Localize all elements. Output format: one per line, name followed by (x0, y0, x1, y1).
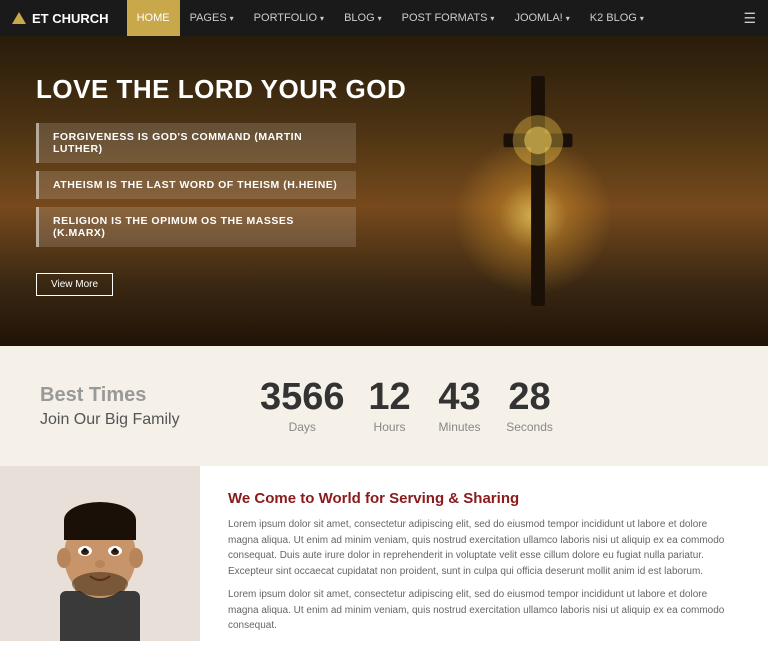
days-label: Days (260, 420, 345, 434)
nav-item-pages[interactable]: PAGES ▾ (180, 0, 244, 36)
nav-item-blog[interactable]: BLOG ▾ (334, 0, 392, 36)
chevron-down-icon: ▾ (640, 14, 644, 23)
nav-item-home[interactable]: HOME (127, 0, 180, 36)
countdown-days: 3566 Days (260, 378, 345, 434)
nav-link-post-formats[interactable]: POST FORMATS ▾ (392, 0, 505, 36)
hours-value: 12 (365, 378, 415, 416)
hero-quote-1: FORGIVENESS IS GOD'S COMMAND (Martin Lut… (36, 123, 356, 163)
nav-item-post-formats[interactable]: POST FORMATS ▾ (392, 0, 505, 36)
chevron-down-icon: ▾ (490, 14, 494, 23)
countdown-numbers: 3566 Days 12 Hours 43 Minutes 28 Seconds (260, 378, 555, 434)
person-illustration (20, 476, 180, 641)
about-paragraph-2: Lorem ipsum dolor sit amet, consectetur … (228, 587, 740, 634)
nav-item-k2blog[interactable]: K2 BLOG ▾ (580, 0, 654, 36)
countdown-hours: 12 Hours (365, 378, 415, 434)
site-logo: ET CHURCH (12, 11, 109, 26)
seconds-value: 28 (505, 378, 555, 416)
nav-link-pages[interactable]: PAGES ▾ (180, 0, 244, 36)
nav-link-joomla[interactable]: JOOMLA! ▾ (504, 0, 579, 36)
nav-link-k2blog[interactable]: K2 BLOG ▾ (580, 0, 654, 36)
minutes-label: Minutes (435, 420, 485, 434)
hero-quote-3: RELIGION IS THE OPIMUM OS THE MASSES (K.… (36, 207, 356, 247)
chevron-down-icon: ▾ (230, 14, 234, 23)
about-content: We Come to World for Serving & Sharing L… (200, 466, 768, 666)
countdown-heading: Best Times (40, 384, 260, 407)
chevron-down-icon: ▾ (566, 14, 570, 23)
nav-item-portfolio[interactable]: PORTFOLIO ▾ (244, 0, 334, 36)
about-paragraph-1: Lorem ipsum dolor sit amet, consectetur … (228, 517, 740, 579)
countdown-subheading: Join Our Big Family (40, 411, 260, 429)
hero-section: LOVE THE LORD YOUR GOD FORGIVENESS IS GO… (0, 36, 768, 346)
about-section: We Come to World for Serving & Sharing L… (0, 466, 768, 666)
nav-link-home[interactable]: HOME (127, 0, 180, 36)
countdown-text: Best Times Join Our Big Family (40, 384, 260, 429)
about-title: We Come to World for Serving & Sharing (228, 490, 740, 507)
hero-content: LOVE THE LORD YOUR GOD FORGIVENESS IS GO… (0, 36, 768, 334)
minutes-value: 43 (435, 378, 485, 416)
countdown-minutes: 43 Minutes (435, 378, 485, 434)
nav-link-blog[interactable]: BLOG ▾ (334, 0, 392, 36)
nav-link-portfolio[interactable]: PORTFOLIO ▾ (244, 0, 334, 36)
hero-quote-2: ATHEISM IS THE LAST WORD OF THEISM (H.He… (36, 171, 356, 199)
seconds-label: Seconds (505, 420, 555, 434)
logo-text: ET CHURCH (32, 11, 109, 26)
chevron-down-icon: ▾ (320, 14, 324, 23)
days-value: 3566 (260, 378, 345, 416)
hero-title: LOVE THE LORD YOUR GOD (36, 74, 732, 105)
nav-item-joomla[interactable]: JOOMLA! ▾ (504, 0, 579, 36)
chevron-down-icon: ▾ (378, 14, 382, 23)
nav-menu: HOME PAGES ▾ PORTFOLIO ▾ BLOG ▾ POST FOR… (127, 0, 744, 36)
hamburger-icon[interactable]: ☰ (743, 10, 756, 27)
navigation: ET CHURCH HOME PAGES ▾ PORTFOLIO ▾ BLOG … (0, 0, 768, 36)
view-more-button[interactable]: View More (36, 273, 113, 296)
logo-icon (12, 12, 26, 24)
countdown-seconds: 28 Seconds (505, 378, 555, 434)
about-image (0, 466, 200, 641)
countdown-section: Best Times Join Our Big Family 3566 Days… (0, 346, 768, 466)
hours-label: Hours (365, 420, 415, 434)
